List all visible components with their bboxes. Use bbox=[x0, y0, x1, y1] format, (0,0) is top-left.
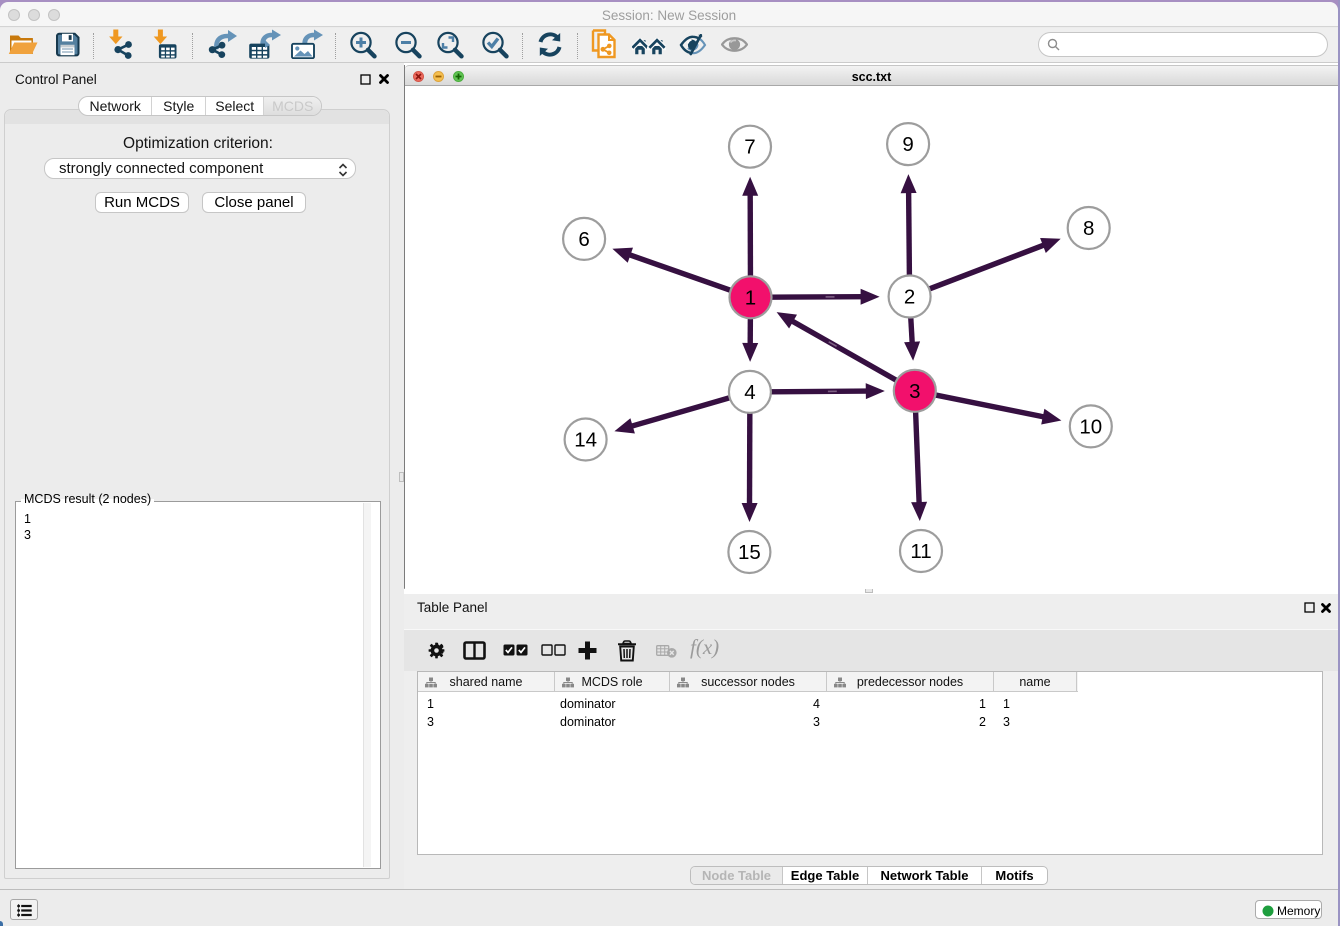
svg-text:10: 10 bbox=[1079, 415, 1102, 438]
svg-text:11: 11 bbox=[910, 540, 931, 563]
svg-text:14: 14 bbox=[574, 429, 597, 452]
svg-text:9: 9 bbox=[902, 133, 913, 156]
svg-text:1: 1 bbox=[745, 286, 756, 309]
svg-text:8: 8 bbox=[1083, 217, 1094, 240]
svg-text:2: 2 bbox=[904, 286, 915, 309]
svg-text:3: 3 bbox=[909, 380, 920, 403]
svg-text:6: 6 bbox=[578, 228, 589, 251]
svg-text:7: 7 bbox=[744, 136, 755, 159]
svg-text:4: 4 bbox=[744, 381, 755, 404]
svg-text:15: 15 bbox=[738, 541, 761, 564]
